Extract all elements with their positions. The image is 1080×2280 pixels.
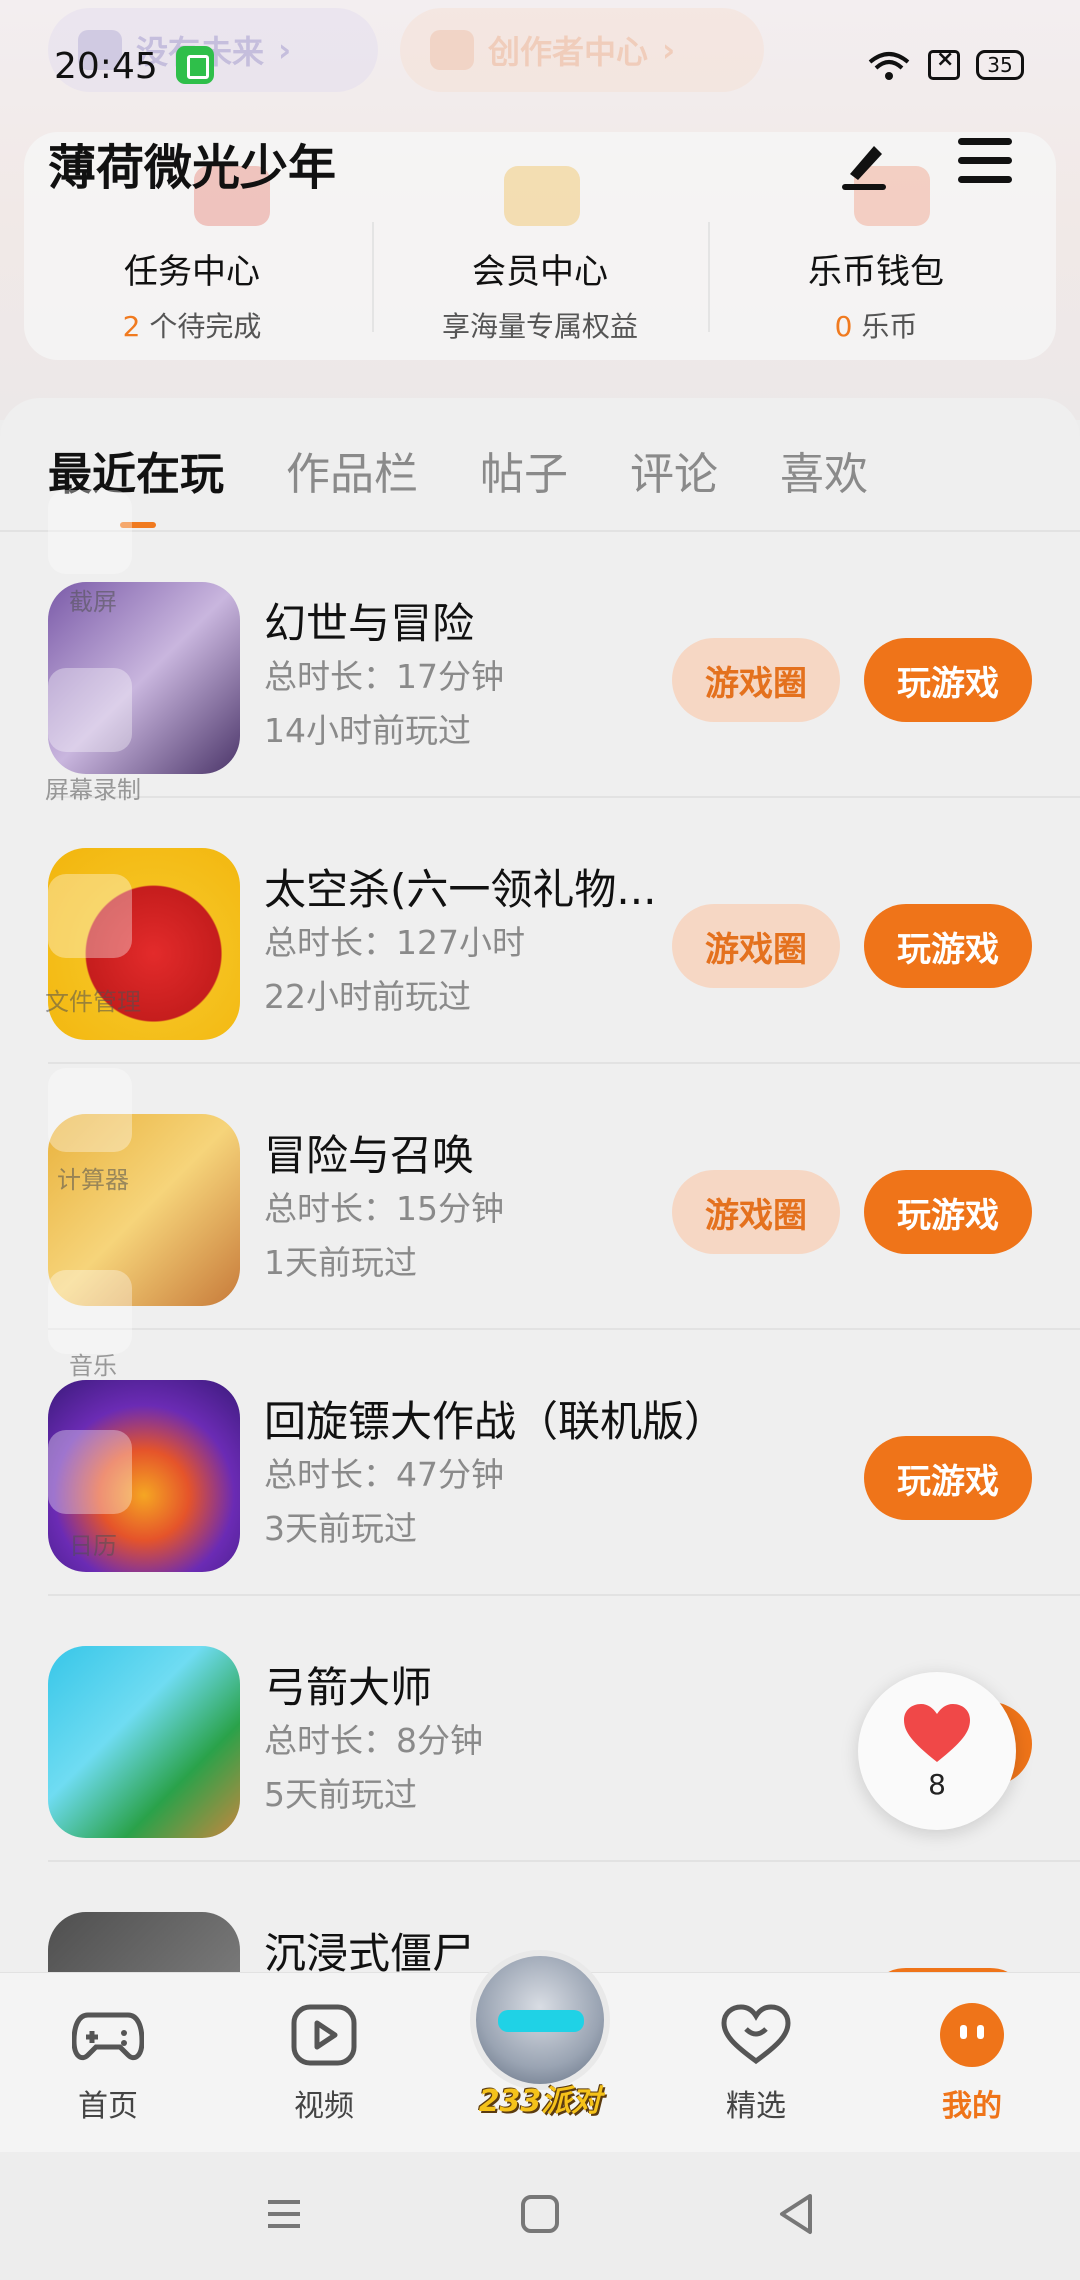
- game-circle-button[interactable]: 游戏圈: [672, 904, 840, 988]
- game-duration: 总时长：127小时: [264, 923, 525, 962]
- game-last-played: 14小时前玩过: [264, 711, 471, 750]
- shortcut-label: 屏幕录制: [45, 776, 141, 804]
- floating-shortcut-bar: 截屏 屏幕录制 文件管理 计算器 音乐 日历: [0, 470, 180, 1600]
- tab-comments[interactable]: 评论: [630, 438, 718, 502]
- crop-icon[interactable]: [48, 490, 132, 574]
- tab-likes[interactable]: 喜欢: [780, 438, 868, 502]
- shortcut-label: 截屏: [69, 588, 117, 616]
- avatar-visor: [498, 2010, 584, 2032]
- system-navigation-bar: [0, 2152, 1080, 2280]
- shortcut-label: 计算器: [57, 1166, 129, 1194]
- game-name: 弓箭大师: [264, 1663, 433, 1712]
- video-play-icon: [291, 2004, 357, 2066]
- nav-video[interactable]: 视频: [244, 2003, 404, 2125]
- gamepad-icon: [71, 2012, 145, 2061]
- battery-icon: 35: [976, 50, 1024, 80]
- calendar-icon[interactable]: [48, 1430, 132, 1514]
- screen-record-icon[interactable]: [48, 668, 132, 752]
- app-screen: { "status_bar": { "time": "20:45", "batt…: [0, 0, 1080, 2280]
- heart-chat-icon: [721, 2004, 791, 2065]
- game-row[interactable]: 太空杀(六一领礼物... 总时长：127小时 22小时前玩过 游戏圈 玩游戏: [48, 798, 1080, 1064]
- heart-icon: [904, 1703, 970, 1762]
- shortcut-label: 日历: [69, 1532, 117, 1560]
- app-notification-icon: [176, 46, 214, 84]
- member-center-sub: 享海量专属权益: [441, 310, 638, 343]
- game-duration: 总时长：15分钟: [264, 1189, 504, 1228]
- nav-label: 我的: [942, 2089, 1002, 2124]
- task-center-title: 任务中心: [124, 252, 260, 292]
- nav-label: 首页: [78, 2089, 138, 2124]
- coin-wallet[interactable]: 乐币钱包 0 乐币: [708, 244, 1044, 345]
- game-circle-button[interactable]: 游戏圈: [672, 1170, 840, 1254]
- nav-label: 视频: [294, 2089, 354, 2124]
- game-duration: 总时长：17分钟: [264, 657, 504, 696]
- game-duration: 总时长：8分钟: [264, 1721, 483, 1760]
- game-icon: [48, 1646, 240, 1838]
- recents-icon[interactable]: [262, 2192, 306, 2236]
- game-name: 冒险与召唤: [264, 1131, 475, 1180]
- game-last-played: 3天前玩过: [264, 1509, 417, 1548]
- coin-suffix: 乐币: [852, 310, 918, 343]
- member-center[interactable]: 会员中心 享海量专属权益: [372, 244, 708, 345]
- game-row[interactable]: 冒险与召唤 总时长：15分钟 1天前玩过 游戏圈 玩游戏: [48, 1064, 1080, 1330]
- play-game-button[interactable]: 玩游戏: [864, 904, 1032, 988]
- game-last-played: 22小时前玩过: [264, 977, 471, 1016]
- shortcut-label: 文件管理: [45, 988, 141, 1016]
- play-game-button[interactable]: 玩游戏: [864, 1436, 1032, 1520]
- tab-works[interactable]: 作品栏: [286, 438, 418, 502]
- game-circle-button[interactable]: 游戏圈: [672, 638, 840, 722]
- task-center[interactable]: 任务中心 2 个待完成: [24, 244, 360, 345]
- like-bubble[interactable]: 8: [858, 1672, 1016, 1830]
- game-name: 太空杀(六一领礼物...: [264, 865, 657, 914]
- menu-icon[interactable]: [958, 138, 1012, 186]
- nav-home[interactable]: 首页: [28, 2003, 188, 2125]
- status-bar: 20:45 35: [0, 0, 1080, 130]
- wifi-icon: [868, 52, 910, 80]
- clock: 20:45: [54, 46, 158, 87]
- music-icon[interactable]: [48, 1270, 132, 1354]
- coin-wallet-title: 乐币钱包: [808, 252, 944, 292]
- game-last-played: 5天前玩过: [264, 1775, 417, 1814]
- coin-wallet-sub: 0 乐币: [708, 305, 1044, 345]
- like-count: 8: [928, 1767, 946, 1801]
- back-icon[interactable]: [774, 2192, 818, 2236]
- brand-logo-text: 233派对: [478, 2084, 602, 2119]
- task-center-sub: 2 个待完成: [24, 305, 360, 345]
- no-sim-icon: [928, 47, 960, 80]
- calculator-icon[interactable]: [48, 1068, 132, 1152]
- profile-name: 薄荷微光少年: [48, 140, 337, 196]
- nav-mine[interactable]: 我的: [892, 2003, 1052, 2125]
- game-last-played: 1天前玩过: [264, 1243, 417, 1282]
- task-count: 2: [122, 310, 141, 343]
- task-suffix: 个待完成: [140, 310, 262, 343]
- crown-icon: [504, 166, 580, 226]
- play-game-button[interactable]: 玩游戏: [864, 1170, 1032, 1254]
- coin-count: 0: [834, 310, 853, 343]
- tab-posts[interactable]: 帖子: [480, 438, 568, 502]
- game-duration: 总时长：47分钟: [264, 1455, 504, 1494]
- game-row[interactable]: 幻世与冒险 总时长：17分钟 14小时前玩过 游戏圈 玩游戏: [48, 532, 1080, 798]
- profile-face-icon: [940, 2003, 1004, 2067]
- edit-icon[interactable]: [836, 136, 892, 192]
- game-name: 幻世与冒险: [264, 599, 475, 648]
- shortcut-label: 音乐: [69, 1352, 117, 1380]
- file-manager-icon[interactable]: [48, 874, 132, 958]
- game-row[interactable]: 回旋镖大作战（联机版） 总时长：47分钟 3天前玩过 玩游戏: [48, 1330, 1080, 1596]
- member-center-title: 会员中心: [472, 252, 608, 292]
- nav-featured[interactable]: 精选: [676, 2003, 836, 2125]
- nav-label: 精选: [726, 2089, 786, 2124]
- home-icon[interactable]: [518, 2192, 562, 2236]
- play-game-button[interactable]: 玩游戏: [864, 638, 1032, 722]
- game-name: 回旋镖大作战（联机版）: [264, 1397, 727, 1446]
